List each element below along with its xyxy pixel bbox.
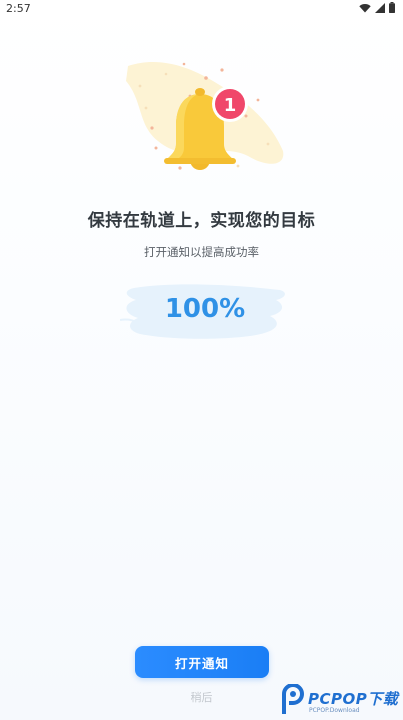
notification-permission-screen: 2:57 1 保持在轨道上，实现您的目标 打开通知以提高成功率 100% 打开通…	[0, 0, 403, 720]
notification-badge: 1	[212, 86, 248, 122]
subline: 打开通知以提高成功率	[144, 245, 259, 259]
watermark-brand: PCPOP下载	[308, 690, 399, 708]
watermark-logo-icon	[282, 684, 304, 714]
bell-illustration: 1	[118, 56, 290, 192]
wifi-icon	[359, 3, 371, 12]
badge-count: 1	[224, 95, 237, 116]
battery-icon	[389, 2, 395, 13]
status-icons	[359, 2, 395, 13]
open-notifications-button[interactable]: 打开通知	[135, 646, 269, 678]
headline: 保持在轨道上，实现您的目标	[87, 211, 316, 231]
status-time: 2:57	[6, 2, 31, 15]
status-bar: 2:57	[0, 0, 403, 16]
watermark-sub: PCPOP.Download	[309, 707, 360, 714]
watermark: PCPOP下载 PCPOP.Download	[278, 684, 403, 720]
success-rate-value: 100%	[164, 294, 246, 324]
signal-icon	[375, 2, 385, 13]
success-rate-panel: 100%	[120, 280, 290, 344]
